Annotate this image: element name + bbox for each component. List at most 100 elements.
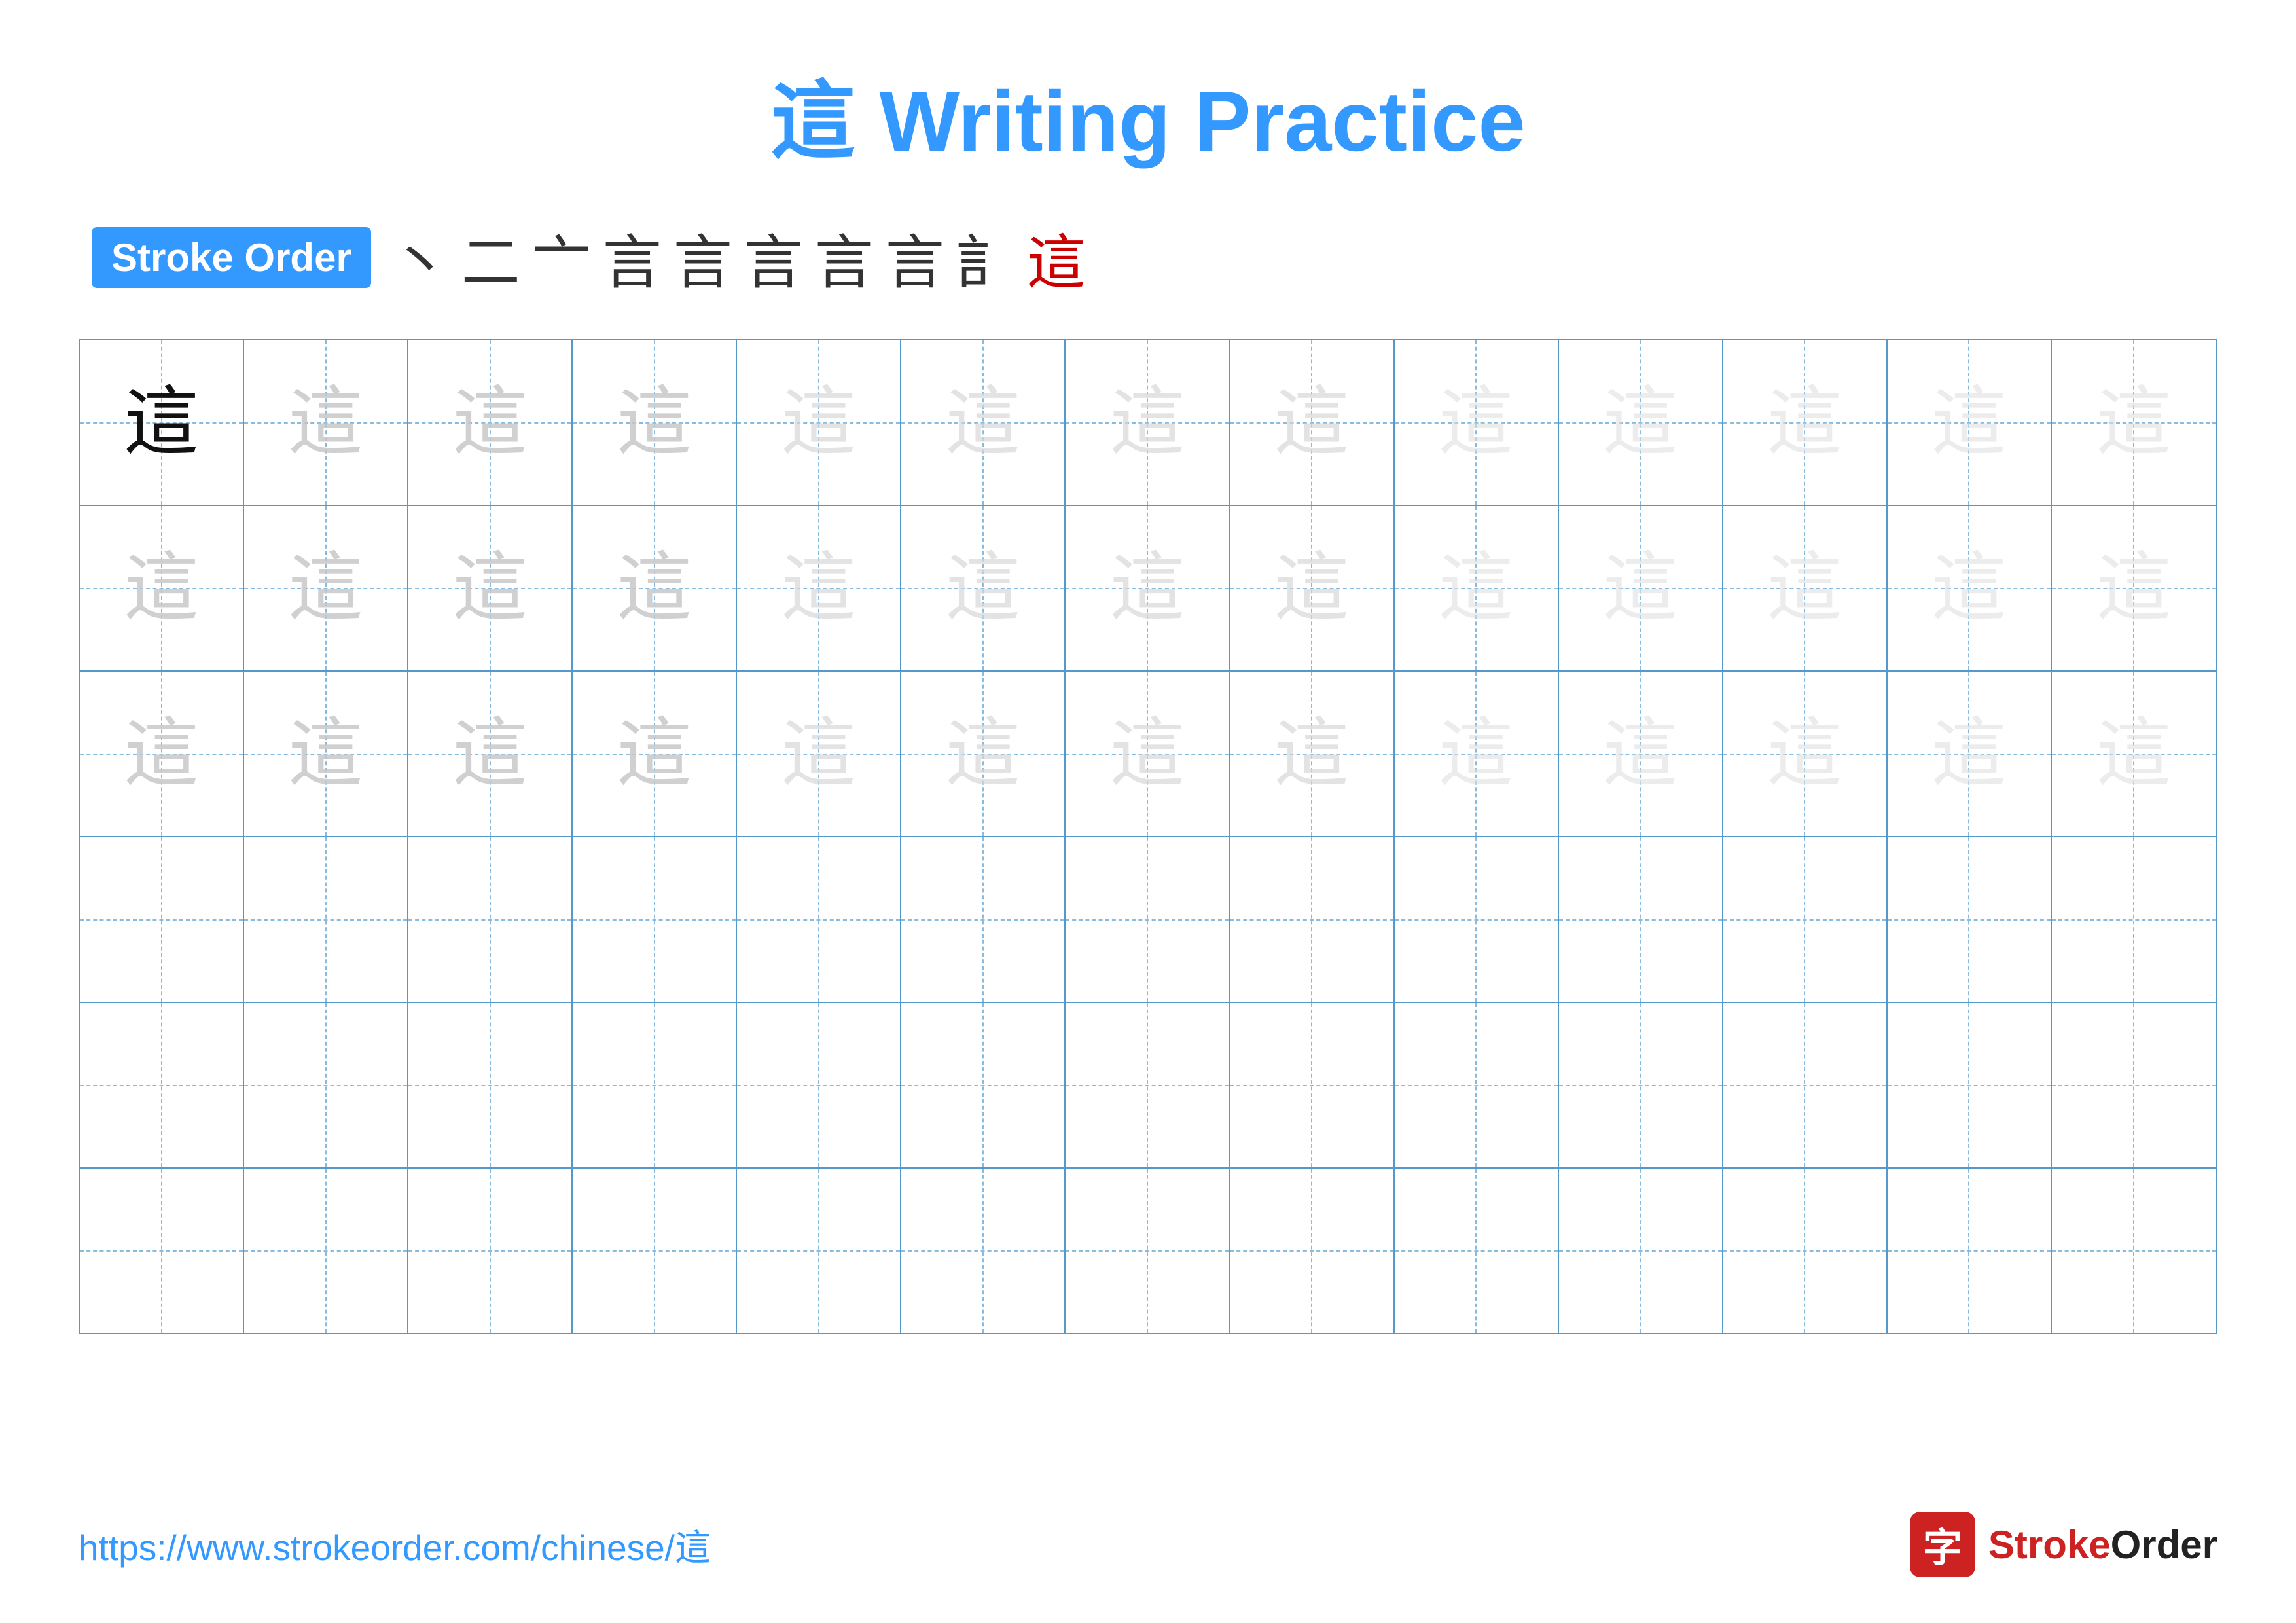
footer-url[interactable]: https://www.strokeorder.com/chinese/這: [79, 1518, 711, 1571]
grid-cell-2-12[interactable]: 這: [2052, 672, 2216, 836]
practice-char: 這: [288, 716, 363, 792]
practice-char: 這: [124, 385, 199, 460]
grid-cell-1-7[interactable]: 這: [1230, 506, 1394, 670]
grid-cell-5-7[interactable]: [1230, 1169, 1394, 1333]
grid-cell-0-9[interactable]: 這: [1559, 340, 1723, 505]
grid-cell-4-8[interactable]: [1395, 1003, 1559, 1167]
practice-grid: 這這這這這這這這這這這這這這這這這這這這這這這這這這這這這這這這這這這這這這這: [79, 339, 2217, 1334]
brand-icon: 字: [1910, 1512, 1975, 1577]
grid-cell-5-1[interactable]: [244, 1169, 408, 1333]
grid-cell-4-11[interactable]: [1888, 1003, 2052, 1167]
stroke-6: 言: [744, 215, 803, 300]
grid-cell-2-3[interactable]: 這: [573, 672, 737, 836]
grid-cell-5-12[interactable]: [2052, 1169, 2216, 1333]
grid-cell-1-1[interactable]: 這: [244, 506, 408, 670]
grid-row-4[interactable]: [80, 1003, 2216, 1169]
grid-cell-3-7[interactable]: [1230, 837, 1394, 1002]
grid-cell-0-11[interactable]: 這: [1888, 340, 2052, 505]
grid-cell-4-9[interactable]: [1559, 1003, 1723, 1167]
practice-char: 這: [1931, 716, 2007, 792]
grid-cell-4-2[interactable]: [408, 1003, 573, 1167]
grid-cell-4-7[interactable]: [1230, 1003, 1394, 1167]
grid-cell-2-5[interactable]: 這: [901, 672, 1066, 836]
grid-cell-0-3[interactable]: 這: [573, 340, 737, 505]
grid-cell-5-4[interactable]: [737, 1169, 901, 1333]
grid-cell-3-5[interactable]: [901, 837, 1066, 1002]
grid-cell-1-12[interactable]: 這: [2052, 506, 2216, 670]
grid-cell-2-8[interactable]: 這: [1395, 672, 1559, 836]
grid-cell-5-8[interactable]: [1395, 1169, 1559, 1333]
grid-cell-1-6[interactable]: 這: [1066, 506, 1230, 670]
grid-cell-1-5[interactable]: 這: [901, 506, 1066, 670]
grid-cell-5-6[interactable]: [1066, 1169, 1230, 1333]
grid-cell-0-6[interactable]: 這: [1066, 340, 1230, 505]
grid-cell-1-0[interactable]: 這: [80, 506, 244, 670]
grid-cell-2-6[interactable]: 這: [1066, 672, 1230, 836]
practice-char: 這: [1767, 551, 1842, 626]
grid-row-1[interactable]: 這這這這這這這這這這這這這: [80, 506, 2216, 672]
grid-cell-5-3[interactable]: [573, 1169, 737, 1333]
grid-cell-0-0[interactable]: 這: [80, 340, 244, 505]
grid-cell-2-2[interactable]: 這: [408, 672, 573, 836]
grid-cell-2-10[interactable]: 這: [1723, 672, 1888, 836]
practice-char: 這: [617, 385, 692, 460]
grid-cell-4-10[interactable]: [1723, 1003, 1888, 1167]
grid-cell-2-11[interactable]: 這: [1888, 672, 2052, 836]
grid-cell-0-5[interactable]: 這: [901, 340, 1066, 505]
grid-cell-4-5[interactable]: [901, 1003, 1066, 1167]
grid-cell-2-4[interactable]: 這: [737, 672, 901, 836]
grid-cell-3-10[interactable]: [1723, 837, 1888, 1002]
stroke-3: 亠: [532, 215, 591, 300]
grid-row-5[interactable]: [80, 1169, 2216, 1333]
grid-cell-5-2[interactable]: [408, 1169, 573, 1333]
grid-cell-4-4[interactable]: [737, 1003, 901, 1167]
grid-cell-5-5[interactable]: [901, 1169, 1066, 1333]
grid-cell-0-10[interactable]: 這: [1723, 340, 1888, 505]
practice-char: 這: [1931, 551, 2007, 626]
grid-cell-3-6[interactable]: [1066, 837, 1230, 1002]
title-rest: Writing Practice: [855, 73, 1525, 169]
grid-cell-3-2[interactable]: [408, 837, 573, 1002]
grid-cell-0-4[interactable]: 這: [737, 340, 901, 505]
grid-cell-3-11[interactable]: [1888, 837, 2052, 1002]
grid-cell-0-1[interactable]: 這: [244, 340, 408, 505]
grid-cell-2-7[interactable]: 這: [1230, 672, 1394, 836]
grid-cell-1-4[interactable]: 這: [737, 506, 901, 670]
grid-cell-2-9[interactable]: 這: [1559, 672, 1723, 836]
grid-row-2[interactable]: 這這這這這這這這這這這這這: [80, 672, 2216, 837]
grid-cell-1-9[interactable]: 這: [1559, 506, 1723, 670]
grid-cell-3-1[interactable]: [244, 837, 408, 1002]
grid-cell-0-7[interactable]: 這: [1230, 340, 1394, 505]
grid-row-0[interactable]: 這這這這這這這這這這這這這: [80, 340, 2216, 506]
grid-cell-3-3[interactable]: [573, 837, 737, 1002]
grid-cell-5-9[interactable]: [1559, 1169, 1723, 1333]
practice-char: 這: [452, 716, 528, 792]
grid-cell-3-8[interactable]: [1395, 837, 1559, 1002]
stroke-4: 言: [603, 215, 662, 300]
grid-cell-1-8[interactable]: 這: [1395, 506, 1559, 670]
grid-cell-1-2[interactable]: 這: [408, 506, 573, 670]
grid-cell-0-2[interactable]: 這: [408, 340, 573, 505]
grid-cell-3-4[interactable]: [737, 837, 901, 1002]
grid-cell-3-0[interactable]: [80, 837, 244, 1002]
grid-cell-1-3[interactable]: 這: [573, 506, 737, 670]
grid-cell-3-12[interactable]: [2052, 837, 2216, 1002]
grid-cell-1-11[interactable]: 這: [1888, 506, 2052, 670]
grid-cell-4-12[interactable]: [2052, 1003, 2216, 1167]
grid-cell-0-8[interactable]: 這: [1395, 340, 1559, 505]
grid-cell-5-11[interactable]: [1888, 1169, 2052, 1333]
grid-cell-5-10[interactable]: [1723, 1169, 1888, 1333]
grid-cell-2-0[interactable]: 這: [80, 672, 244, 836]
grid-cell-4-6[interactable]: [1066, 1003, 1230, 1167]
grid-cell-2-1[interactable]: 這: [244, 672, 408, 836]
stroke-5: 言: [673, 215, 732, 300]
grid-cell-0-12[interactable]: 這: [2052, 340, 2216, 505]
grid-cell-1-10[interactable]: 這: [1723, 506, 1888, 670]
grid-row-3[interactable]: [80, 837, 2216, 1003]
practice-char: 這: [1767, 716, 1842, 792]
grid-cell-4-0[interactable]: [80, 1003, 244, 1167]
grid-cell-4-3[interactable]: [573, 1003, 737, 1167]
grid-cell-4-1[interactable]: [244, 1003, 408, 1167]
grid-cell-3-9[interactable]: [1559, 837, 1723, 1002]
grid-cell-5-0[interactable]: [80, 1169, 244, 1333]
